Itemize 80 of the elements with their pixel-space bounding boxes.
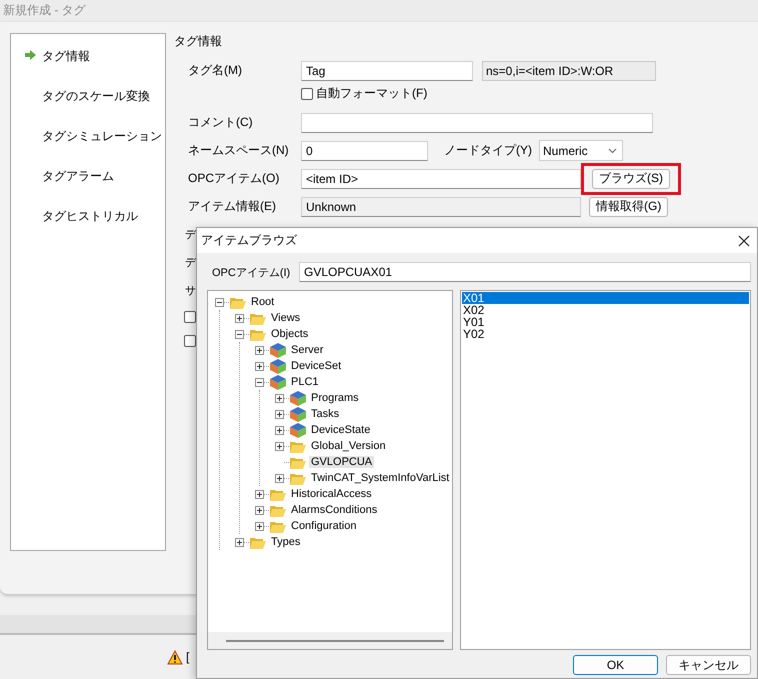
get-info-button[interactable]: 情報取得(G) bbox=[589, 196, 668, 217]
cube-icon bbox=[269, 342, 287, 358]
tree-item[interactable]: Global_Version bbox=[309, 440, 388, 452]
cube-icon bbox=[269, 374, 287, 390]
field-label: タグ名(M) bbox=[188, 62, 243, 80]
window-title: 新規作成 - タグ bbox=[3, 2, 86, 20]
dialog-title: アイテムブラウズ bbox=[201, 232, 297, 249]
field-label: OPCアイテム(I) bbox=[212, 266, 292, 280]
sidebar-item[interactable]: タグ情報 bbox=[42, 48, 90, 65]
field-label: アイテム情報(E) bbox=[188, 198, 277, 216]
tree-item[interactable]: TwinCAT_SystemInfoVarList bbox=[309, 472, 452, 484]
expander-button[interactable] bbox=[275, 394, 284, 402]
tree-item[interactable]: AlarmsConditions bbox=[289, 504, 380, 516]
dialog-button[interactable]: キャンセル bbox=[666, 655, 751, 675]
sidebar-item[interactable]: タグのスケール変換 bbox=[25, 88, 150, 105]
input-field[interactable]: 0 bbox=[301, 140, 428, 161]
field-label: コメント(C) bbox=[188, 114, 254, 132]
cube-icon bbox=[289, 422, 307, 438]
sidebar-item[interactable]: タグシミュレーション bbox=[25, 128, 162, 145]
chevron-icon bbox=[608, 148, 617, 154]
expander-button[interactable] bbox=[255, 490, 264, 498]
node-id-display: ns=0,i=<item ID>:W:OR bbox=[482, 60, 656, 81]
browse-button[interactable]: ブラウズ(S) bbox=[592, 168, 670, 189]
expander-button[interactable] bbox=[255, 362, 264, 370]
cube-icon bbox=[289, 406, 307, 422]
tree-item[interactable]: DeviceSet bbox=[289, 360, 344, 372]
input-field[interactable] bbox=[301, 112, 653, 133]
checkbox-label: 自動フォーマット(F) bbox=[316, 85, 428, 102]
tree-item[interactable]: Views bbox=[269, 312, 302, 324]
tree-item[interactable]: Server bbox=[289, 344, 326, 356]
cube-icon bbox=[269, 358, 287, 374]
expander-button[interactable] bbox=[235, 330, 244, 338]
scrollbar-thumb[interactable] bbox=[226, 640, 444, 642]
field-label: ネームスペース(N) bbox=[188, 142, 290, 160]
expander-button[interactable] bbox=[235, 538, 244, 546]
expander-button[interactable] bbox=[215, 298, 224, 306]
tree-item[interactable]: Types bbox=[269, 536, 302, 548]
expander-button[interactable] bbox=[255, 346, 264, 354]
expander-button[interactable] bbox=[255, 506, 264, 514]
checkbox[interactable] bbox=[301, 88, 313, 100]
tree-item[interactable]: DeviceState bbox=[309, 424, 372, 436]
close-button[interactable] bbox=[737, 234, 751, 248]
tree-item[interactable]: Root bbox=[249, 296, 276, 308]
expander-button[interactable] bbox=[275, 442, 284, 450]
field-label: サ bbox=[185, 284, 196, 298]
cube-icon bbox=[289, 390, 307, 406]
input-field[interactable]: Tag bbox=[301, 60, 473, 81]
input-field[interactable]: <item ID> bbox=[301, 168, 581, 189]
section-title: タグ情報 bbox=[174, 32, 223, 50]
tree-item[interactable]: Programs bbox=[309, 392, 361, 404]
field-label: デ bbox=[185, 228, 196, 242]
tree-item[interactable]: Objects bbox=[269, 328, 310, 340]
arrow-icon bbox=[25, 50, 36, 60]
checkbox[interactable] bbox=[184, 310, 196, 323]
list-item[interactable]: X01 bbox=[462, 292, 749, 304]
checkbox[interactable] bbox=[184, 334, 196, 347]
status-text: [ bbox=[186, 650, 190, 664]
dropdown[interactable]: Numeric bbox=[539, 140, 623, 162]
list-item[interactable]: Y01 bbox=[462, 316, 749, 328]
input-field[interactable]: GVLOPCUAX01 bbox=[299, 262, 751, 282]
field-label: デ bbox=[185, 256, 196, 270]
input-field[interactable]: Unknown bbox=[301, 196, 581, 217]
field-label: OPCアイテム(O) bbox=[188, 170, 280, 188]
tree-item[interactable]: HistoricalAccess bbox=[289, 488, 374, 500]
tree-item[interactable]: PLC1 bbox=[289, 376, 321, 388]
expander-button[interactable] bbox=[255, 522, 264, 530]
sidebar-item[interactable]: タグアラーム bbox=[25, 168, 114, 185]
expander-button[interactable] bbox=[275, 474, 284, 482]
tree-item[interactable]: Configuration bbox=[289, 520, 358, 532]
expander-button[interactable] bbox=[275, 426, 284, 434]
warning-icon bbox=[167, 650, 183, 665]
dialog-button[interactable]: OK bbox=[573, 655, 658, 675]
expander-button[interactable] bbox=[275, 410, 284, 418]
expander-button[interactable] bbox=[235, 314, 244, 322]
tree-item[interactable]: GVLOPCUA bbox=[309, 456, 374, 468]
list-item[interactable]: X02 bbox=[462, 304, 749, 316]
sidebar-item[interactable]: タグヒストリカル bbox=[25, 208, 138, 225]
tree-item[interactable]: Tasks bbox=[309, 408, 342, 420]
list-item[interactable]: Y02 bbox=[462, 328, 749, 340]
expander-button[interactable] bbox=[255, 378, 264, 386]
